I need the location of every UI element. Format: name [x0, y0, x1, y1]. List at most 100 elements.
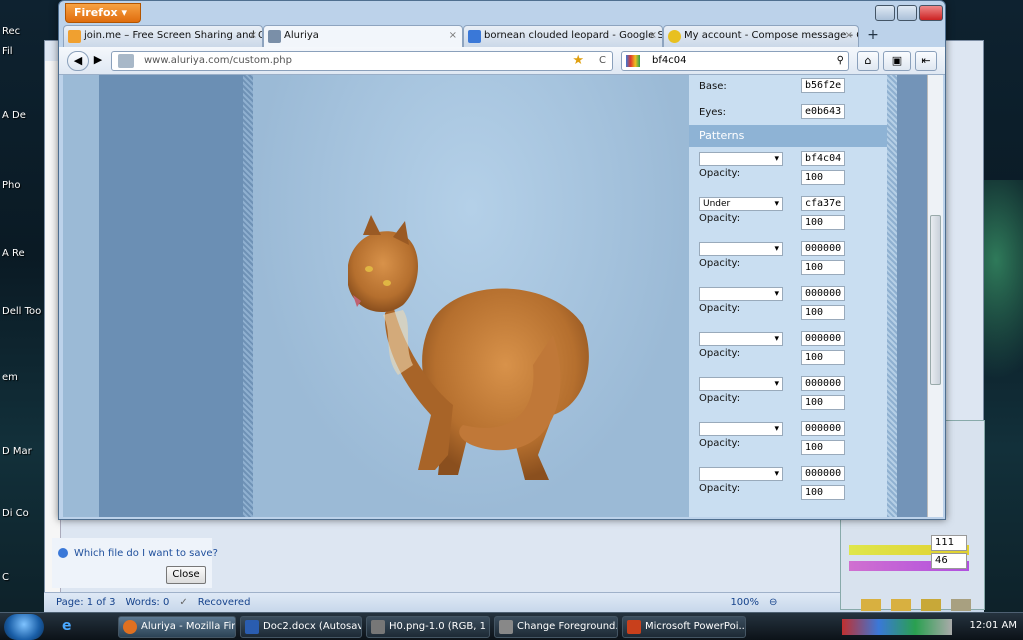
internet-explorer-icon[interactable]: e	[62, 618, 72, 634]
right-column	[897, 75, 927, 517]
navigation-bar: ◀ ▶ www.aluriya.com/custom.php ★ C bf4c0…	[59, 47, 945, 75]
scrollbar-thumb[interactable]	[930, 215, 941, 385]
word-count[interactable]: Words: 0	[125, 597, 169, 608]
patterns-heading: Patterns	[689, 125, 887, 147]
taskbar: e Aluriya - Mozilla Fir... Doc2.docx (Au…	[0, 612, 1023, 640]
close-tab-icon[interactable]: ×	[449, 26, 457, 46]
url-text: www.aluriya.com/custom.php	[144, 55, 292, 66]
tab-label: Aluriya	[284, 30, 319, 41]
tab-joinme[interactable]: join.me – Free Screen Sharing and On... …	[63, 25, 263, 47]
sidebar-icon[interactable]: ⇤	[915, 51, 937, 71]
site-identity-icon[interactable]	[118, 54, 134, 68]
base-color-input[interactable]: b56f2e	[801, 78, 845, 93]
maximize-button[interactable]	[897, 5, 917, 21]
swatch-gold[interactable]	[861, 599, 881, 611]
page-content: Base: b56f2e Eyes: e0b643 Patterns bf4c0…	[63, 75, 943, 517]
pattern-color-8[interactable]: 000000	[801, 466, 845, 481]
pattern-color-6[interactable]: 000000	[801, 376, 845, 391]
pattern-select-2[interactable]: Under	[699, 197, 783, 211]
vertical-scrollbar[interactable]	[927, 75, 943, 517]
taskbar-change-foreground[interactable]: Change Foreground...	[494, 616, 618, 638]
pattern-opacity-1[interactable]: 100	[801, 170, 845, 185]
pattern-opacity-8[interactable]: 100	[801, 485, 845, 500]
desktop-icon-recycle[interactable]: Rec	[2, 26, 58, 37]
zoom-out-icon[interactable]: ⊖	[769, 597, 777, 608]
pattern-opacity-4[interactable]: 100	[801, 305, 845, 320]
home-icon[interactable]: ⌂	[857, 51, 879, 71]
close-tab-icon[interactable]: ×	[649, 26, 657, 46]
search-icon[interactable]: ⚲	[837, 52, 844, 70]
zoom-level[interactable]: 100%	[730, 597, 759, 608]
google-favicon-icon	[468, 30, 481, 43]
value-field-1[interactable]: 111	[931, 535, 967, 551]
tab-google[interactable]: bornean clouded leopard - Google Se... ×	[463, 25, 663, 47]
pattern-select-3[interactable]	[699, 242, 783, 256]
pattern-color-5[interactable]: 000000	[801, 331, 845, 346]
pattern-select-1[interactable]	[699, 152, 783, 166]
clock[interactable]: 12:01 AM	[970, 620, 1017, 631]
tab-label: join.me – Free Screen Sharing and On...	[84, 30, 263, 41]
taskbar-powerpoint[interactable]: Microsoft PowerPoi...	[622, 616, 746, 638]
pattern-color-4[interactable]: 000000	[801, 286, 845, 301]
taskbar-label: H0.png-1.0 (RGB, 1 l...	[389, 621, 489, 632]
opacity-label: Opacity:	[699, 258, 741, 269]
proofing-icon[interactable]: ✓	[179, 597, 187, 608]
pattern-opacity-5[interactable]: 100	[801, 350, 845, 365]
close-tab-icon[interactable]: ×	[249, 26, 257, 46]
pattern-select-7[interactable]	[699, 422, 783, 436]
bookmark-star-icon[interactable]: ★	[572, 52, 584, 70]
eyes-color-input[interactable]: e0b643	[801, 104, 845, 119]
firefox-menu-button[interactable]: Firefox ▾	[65, 3, 141, 23]
swatch-gold-3[interactable]	[921, 599, 941, 611]
opacity-label: Opacity:	[699, 393, 741, 404]
minimize-button[interactable]	[875, 5, 895, 21]
start-button[interactable]	[4, 614, 44, 640]
close-window-button[interactable]	[919, 5, 943, 21]
pattern-select-4[interactable]	[699, 287, 783, 301]
pattern-select-5[interactable]	[699, 332, 783, 346]
pattern-opacity-6[interactable]: 100	[801, 395, 845, 410]
tab-myaccount[interactable]: My account - Compose message - C... ×	[663, 25, 859, 47]
url-bar[interactable]: www.aluriya.com/custom.php ★ C	[111, 51, 613, 71]
myaccount-favicon-icon	[668, 30, 681, 43]
swatch-gray[interactable]	[951, 599, 971, 611]
pattern-color-1[interactable]: bf4c04	[801, 151, 845, 166]
close-tab-icon[interactable]: ×	[845, 26, 853, 46]
back-button[interactable]: ◀	[67, 51, 89, 71]
pattern-opacity-7[interactable]: 100	[801, 440, 845, 455]
swatch-gold-2[interactable]	[891, 599, 911, 611]
extension-icon[interactable]: ▣	[883, 51, 911, 71]
pattern-opacity-2[interactable]: 100	[801, 215, 845, 230]
taskbar-word[interactable]: Doc2.docx (Autosav...	[240, 616, 362, 638]
opacity-label: Opacity:	[699, 348, 741, 359]
tab-aluriya[interactable]: Aluriya ×	[263, 25, 463, 47]
pattern-select-6[interactable]	[699, 377, 783, 391]
pattern-color-7[interactable]: 000000	[801, 421, 845, 436]
taskbar-firefox[interactable]: Aluriya - Mozilla Fir...	[118, 616, 236, 638]
gimp-icon	[371, 620, 385, 634]
search-engine-icon[interactable]	[626, 55, 640, 67]
word-icon	[245, 620, 259, 634]
forward-button[interactable]: ▶	[87, 51, 109, 71]
firefox-menu-label: Firefox	[74, 6, 118, 19]
system-tray-icons[interactable]	[842, 619, 952, 635]
page-count[interactable]: Page: 1 of 3	[56, 597, 115, 608]
pattern-color-2[interactable]: cfa37e	[801, 196, 845, 211]
taskbar-label: Change Foreground...	[517, 621, 618, 632]
pattern-opacity-3[interactable]: 100	[801, 260, 845, 275]
reload-icon[interactable]: C	[599, 52, 606, 70]
pattern-color-3[interactable]: 000000	[801, 241, 845, 256]
search-bar[interactable]: bf4c04 ⚲	[621, 51, 849, 71]
pattern-select-8[interactable]	[699, 467, 783, 481]
opacity-label: Opacity:	[699, 168, 741, 179]
close-button[interactable]: Close	[166, 566, 206, 584]
value-field-2[interactable]: 46	[931, 553, 967, 569]
left-column	[99, 75, 243, 517]
eyes-label: Eyes:	[699, 107, 726, 118]
recovered-status: Recovered	[197, 597, 251, 608]
taskbar-label: Doc2.docx (Autosav...	[263, 621, 362, 632]
help-link[interactable]: Which file do I want to save?	[74, 548, 218, 559]
taskbar-gimp[interactable]: H0.png-1.0 (RGB, 1 l...	[366, 616, 490, 638]
new-tab-button[interactable]: +	[863, 26, 883, 46]
customize-form: Base: b56f2e Eyes: e0b643 Patterns bf4c0…	[689, 75, 887, 517]
